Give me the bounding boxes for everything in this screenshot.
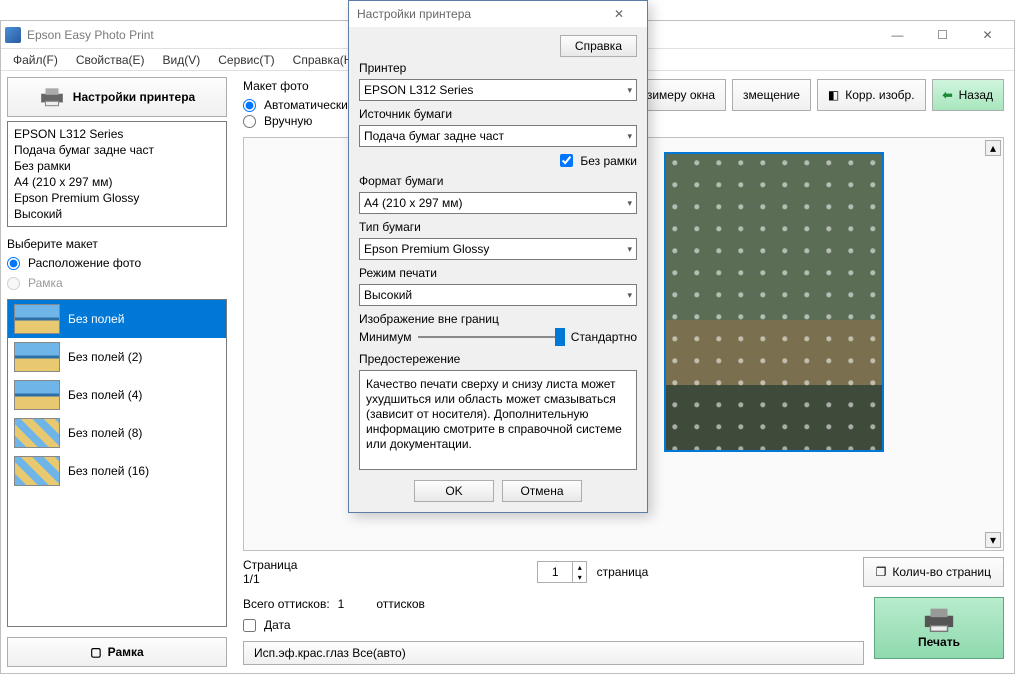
info-source: Подача бумаг задне част xyxy=(14,142,220,158)
total-copies-label: Всего оттисков: xyxy=(243,597,330,611)
placement-button[interactable]: змещение xyxy=(732,79,811,111)
printer-combo[interactable]: EPSON L312 Series▾ xyxy=(359,79,637,101)
printer-settings-label: Настройки принтера xyxy=(73,90,195,104)
warning-text: Качество печати сверху и снизу листа мож… xyxy=(359,370,637,470)
print-button[interactable]: Печать xyxy=(874,597,1004,659)
select-layout-label: Выберите макет xyxy=(7,237,227,251)
total-copies-value: 1 xyxy=(338,597,345,611)
chevron-down-icon: ▾ xyxy=(627,198,632,209)
layout-item-borderless-16[interactable]: Без полей (16) xyxy=(8,452,226,490)
info-printer: EPSON L312 Series xyxy=(14,126,220,142)
printer-icon xyxy=(39,87,65,107)
printer-info-box: EPSON L312 Series Подача бумаг задне час… xyxy=(7,121,227,227)
help-button[interactable]: Справка xyxy=(560,35,637,57)
type-label: Тип бумаги xyxy=(359,220,637,234)
page-spinner[interactable]: ▴▾ xyxy=(537,561,587,583)
borderless-checkbox[interactable]: Без рамки xyxy=(359,151,637,170)
minimize-button[interactable]: — xyxy=(875,23,920,47)
preview-page[interactable] xyxy=(664,152,884,452)
printer-icon xyxy=(922,607,956,633)
layout-thumb xyxy=(14,342,60,372)
app-icon xyxy=(5,27,21,43)
menu-service[interactable]: Сервис(T) xyxy=(210,51,282,69)
layout-thumb xyxy=(14,380,60,410)
menu-properties[interactable]: Свойства(E) xyxy=(68,51,153,69)
image-correction-button[interactable]: ◧Корр. изобр. xyxy=(817,79,926,111)
layout-item-borderless-4[interactable]: Без полей (4) xyxy=(8,376,226,414)
left-panel: Настройки принтера EPSON L312 Series Под… xyxy=(1,71,233,673)
warning-label: Предостережение xyxy=(359,352,637,366)
redeye-button[interactable]: Исп.эф.крас.глаз Все(авто) xyxy=(243,641,864,665)
pages-icon: ❐ xyxy=(876,565,887,579)
radio-frame: Рамка xyxy=(7,275,227,291)
printer-settings-dialog: Настройки принтера ✕ Справка Принтер EPS… xyxy=(348,0,648,513)
paper-type-combo[interactable]: Epson Premium Glossy▾ xyxy=(359,238,637,260)
layout-thumb xyxy=(14,456,60,486)
radio-manual[interactable]: Вручную xyxy=(243,113,348,129)
layout-thumb xyxy=(14,304,60,334)
layout-thumb xyxy=(14,418,60,448)
menu-view[interactable]: Вид(V) xyxy=(155,51,209,69)
slider-max-label: Стандартно xyxy=(571,330,637,344)
radio-auto[interactable]: Автоматически xyxy=(243,97,348,113)
copies-unit: оттисков xyxy=(376,597,425,611)
frame-icon: ▢ xyxy=(90,645,101,659)
info-format: A4 (210 x 297 мм) xyxy=(14,174,220,190)
page-value: 1/1 xyxy=(243,572,323,586)
chevron-down-icon: ▾ xyxy=(627,290,632,301)
info-quality: Высокий xyxy=(14,206,220,222)
spinner-up[interactable]: ▴ xyxy=(572,562,586,572)
layout-item-borderless-2[interactable]: Без полей (2) xyxy=(8,338,226,376)
page-count-button[interactable]: ❐Колич-во страниц xyxy=(863,557,1004,587)
info-paper-type: Epson Premium Glossy xyxy=(14,190,220,206)
page-unit: страница xyxy=(597,565,649,579)
layout-item-borderless-1[interactable]: Без полей xyxy=(8,300,226,338)
scroll-up-button[interactable]: ▴ xyxy=(985,140,1001,156)
menu-file[interactable]: Файл(F) xyxy=(5,51,66,69)
chevron-down-icon: ▾ xyxy=(627,85,632,96)
slider-min-label: Минимум xyxy=(359,330,412,344)
cancel-button[interactable]: Отмена xyxy=(502,480,582,502)
dialog-title-bar[interactable]: Настройки принтера ✕ xyxy=(349,1,647,27)
adjust-icon: ◧ xyxy=(828,88,839,102)
page-spinner-input[interactable] xyxy=(538,562,572,582)
print-mode-combo[interactable]: Высокий▾ xyxy=(359,284,637,306)
slider-thumb[interactable] xyxy=(555,328,565,346)
mode-label: Режим печати xyxy=(359,266,637,280)
preview-photo xyxy=(666,154,882,450)
maximize-button[interactable]: ☐ xyxy=(920,23,965,47)
source-label: Источник бумаги xyxy=(359,107,637,121)
overflow-label: Изображение вне границ xyxy=(359,312,637,326)
layout-list[interactable]: Без полей Без полей (2) Без полей (4) Бе… xyxy=(7,299,227,627)
dialog-title: Настройки принтера xyxy=(357,7,471,21)
ok-button[interactable]: OK xyxy=(414,480,494,502)
overflow-slider[interactable] xyxy=(418,336,565,338)
layout-item-borderless-8[interactable]: Без полей (8) xyxy=(8,414,226,452)
chevron-down-icon: ▾ xyxy=(627,244,632,255)
close-button[interactable]: ✕ xyxy=(965,23,1010,47)
radio-layout-photo[interactable]: Расположение фото xyxy=(7,255,227,271)
info-borderless: Без рамки xyxy=(14,158,220,174)
printer-label: Принтер xyxy=(359,61,637,75)
paper-format-combo[interactable]: A4 (210 x 297 мм)▾ xyxy=(359,192,637,214)
arrow-left-icon: ⬅ xyxy=(943,88,953,102)
dialog-close-button[interactable]: ✕ xyxy=(599,7,639,21)
chevron-down-icon: ▾ xyxy=(627,131,632,142)
format-label: Формат бумаги xyxy=(359,174,637,188)
date-checkbox[interactable]: Дата xyxy=(243,617,864,633)
paper-source-combo[interactable]: Подача бумаг задне част▾ xyxy=(359,125,637,147)
fit-window-button[interactable]: зимеру окна xyxy=(636,79,726,111)
printer-settings-button[interactable]: Настройки принтера xyxy=(7,77,227,117)
page-label: Страница xyxy=(243,558,323,572)
frame-button[interactable]: ▢ Рамка xyxy=(7,637,227,667)
scroll-down-button[interactable]: ▾ xyxy=(985,532,1001,548)
back-button[interactable]: ⬅Назад xyxy=(932,79,1004,111)
layout-group-title: Макет фото xyxy=(243,79,348,93)
spinner-down[interactable]: ▾ xyxy=(572,572,586,582)
